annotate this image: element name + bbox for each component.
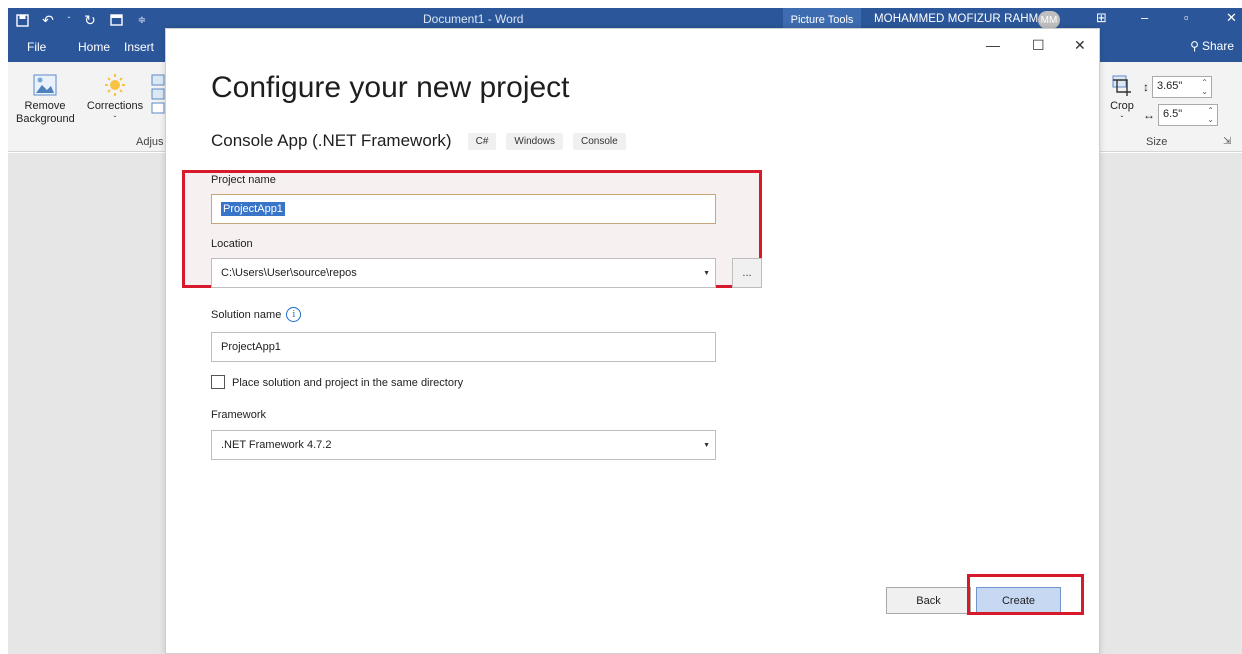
avatar[interactable]: MM [1038, 11, 1060, 29]
person-icon: ⚲ [1190, 39, 1199, 53]
undo-icon[interactable]: ↶ [40, 12, 56, 28]
solution-name-value: ProjectApp1 [221, 341, 281, 353]
dialog-launcher-icon[interactable]: ⇲ [1223, 136, 1231, 147]
template-name: Console App (.NET Framework) [211, 131, 452, 150]
document-title: Document1 - Word [423, 12, 524, 26]
chevron-down-icon[interactable]: ▼ [703, 270, 710, 277]
undo-dropdown-icon[interactable]: ˇ [66, 12, 72, 28]
location-value: C:\Users\User\source\repos [221, 267, 357, 279]
close-icon[interactable]: ✕ [1226, 10, 1237, 26]
shape-height-value: 3.65" [1157, 80, 1183, 92]
chevron-down-icon: ˇ [1120, 115, 1124, 124]
sun-icon [102, 74, 128, 96]
shape-width-input[interactable]: 6.5" ⌃ ⌄ [1158, 104, 1218, 126]
shape-height-input[interactable]: 3.65" ⌃ ⌄ [1152, 76, 1212, 98]
minimize-icon[interactable]: – [1141, 10, 1148, 25]
adjust-group-label: Adjus [136, 136, 164, 148]
corrections-label: Corrections [86, 100, 144, 112]
same-directory-checkbox[interactable] [211, 375, 225, 389]
solution-name-label: Solution name [211, 308, 282, 321]
highlight-box-create [967, 574, 1084, 615]
project-name-value: ProjectApp1 [221, 202, 285, 216]
ribbon-display-icon[interactable]: ⊞ [1096, 10, 1107, 26]
chevron-down-icon: ˇ [113, 115, 117, 124]
size-group-label: Size [1146, 136, 1168, 148]
redo-icon[interactable]: ↻ [82, 12, 98, 28]
tag-language: C# [467, 132, 497, 150]
save-icon[interactable] [14, 12, 30, 28]
restore-icon[interactable]: ▫ [1184, 10, 1189, 25]
crop-icon [1111, 74, 1133, 96]
solution-name-label-row: Solution name i [211, 307, 302, 322]
framework-label: Framework [211, 409, 267, 421]
shape-width-row: ↔ 6.5" ⌃ ⌄ [1143, 104, 1218, 126]
page-title: Configure your new project [211, 71, 570, 104]
height-icon: ↕ [1143, 80, 1149, 94]
width-icon: ↔ [1143, 108, 1155, 122]
location-combo[interactable]: C:\Users\User\source\repos ▼ [211, 258, 716, 288]
crop-button[interactable]: Crop ˇ [1108, 74, 1136, 126]
project-name-input[interactable]: ProjectApp1 [211, 194, 716, 224]
chevron-down-icon[interactable]: ▼ [703, 442, 710, 449]
color-icon[interactable] [151, 74, 165, 117]
framework-value: .NET Framework 4.7.2 [221, 439, 332, 451]
framework-select[interactable]: .NET Framework 4.7.2 ▼ [211, 430, 716, 460]
shape-width-value: 6.5" [1163, 108, 1183, 120]
template-info: Console App (.NET Framework) C# Windows … [211, 131, 626, 151]
configure-project-dialog: — ☐ ✕ Configure your new project Console… [165, 28, 1100, 654]
info-icon[interactable]: i [286, 307, 302, 322]
tag-project-type: Console [572, 132, 626, 150]
shape-height-row: ↕ 3.65" ⌃ ⌄ [1143, 76, 1212, 98]
maximize-icon[interactable]: ☐ [1032, 37, 1045, 54]
tab-home[interactable]: Home [78, 40, 110, 54]
corrections-button[interactable]: Corrections ˇ [86, 74, 144, 126]
tag-platform: Windows [506, 132, 563, 150]
browse-button[interactable]: ... [732, 258, 762, 288]
same-directory-label[interactable]: Place solution and project in the same d… [232, 377, 463, 389]
remove-background-icon [32, 74, 58, 96]
spinner-icon[interactable]: ⌃ ⌄ [1207, 106, 1214, 124]
customize-qat-icon[interactable]: ≑ [134, 12, 150, 28]
solution-name-input[interactable]: ProjectApp1 [211, 332, 716, 362]
user-name[interactable]: MOHAMMED MOFIZUR RAHMAN [874, 13, 1055, 25]
quick-access-toolbar: ↶ ˇ ↻ ≑ [8, 8, 150, 32]
window-icon[interactable] [108, 12, 124, 28]
crop-label: Crop [1110, 100, 1134, 112]
location-label: Location [211, 238, 253, 250]
remove-background-button[interactable]: Remove Background [16, 74, 75, 126]
remove-background-label: Remove Background [16, 100, 75, 125]
back-button[interactable]: Back [886, 587, 971, 614]
close-icon[interactable]: ✕ [1074, 37, 1086, 54]
spinner-icon[interactable]: ⌃ ⌄ [1201, 78, 1208, 96]
share-label: Share [1201, 39, 1234, 53]
tab-insert[interactable]: Insert [124, 40, 154, 54]
share-button[interactable]: ⚲ Share [1190, 39, 1234, 53]
minimize-icon[interactable]: — [986, 37, 1000, 53]
tab-file[interactable]: File [27, 40, 46, 54]
project-name-label: Project name [211, 174, 276, 186]
